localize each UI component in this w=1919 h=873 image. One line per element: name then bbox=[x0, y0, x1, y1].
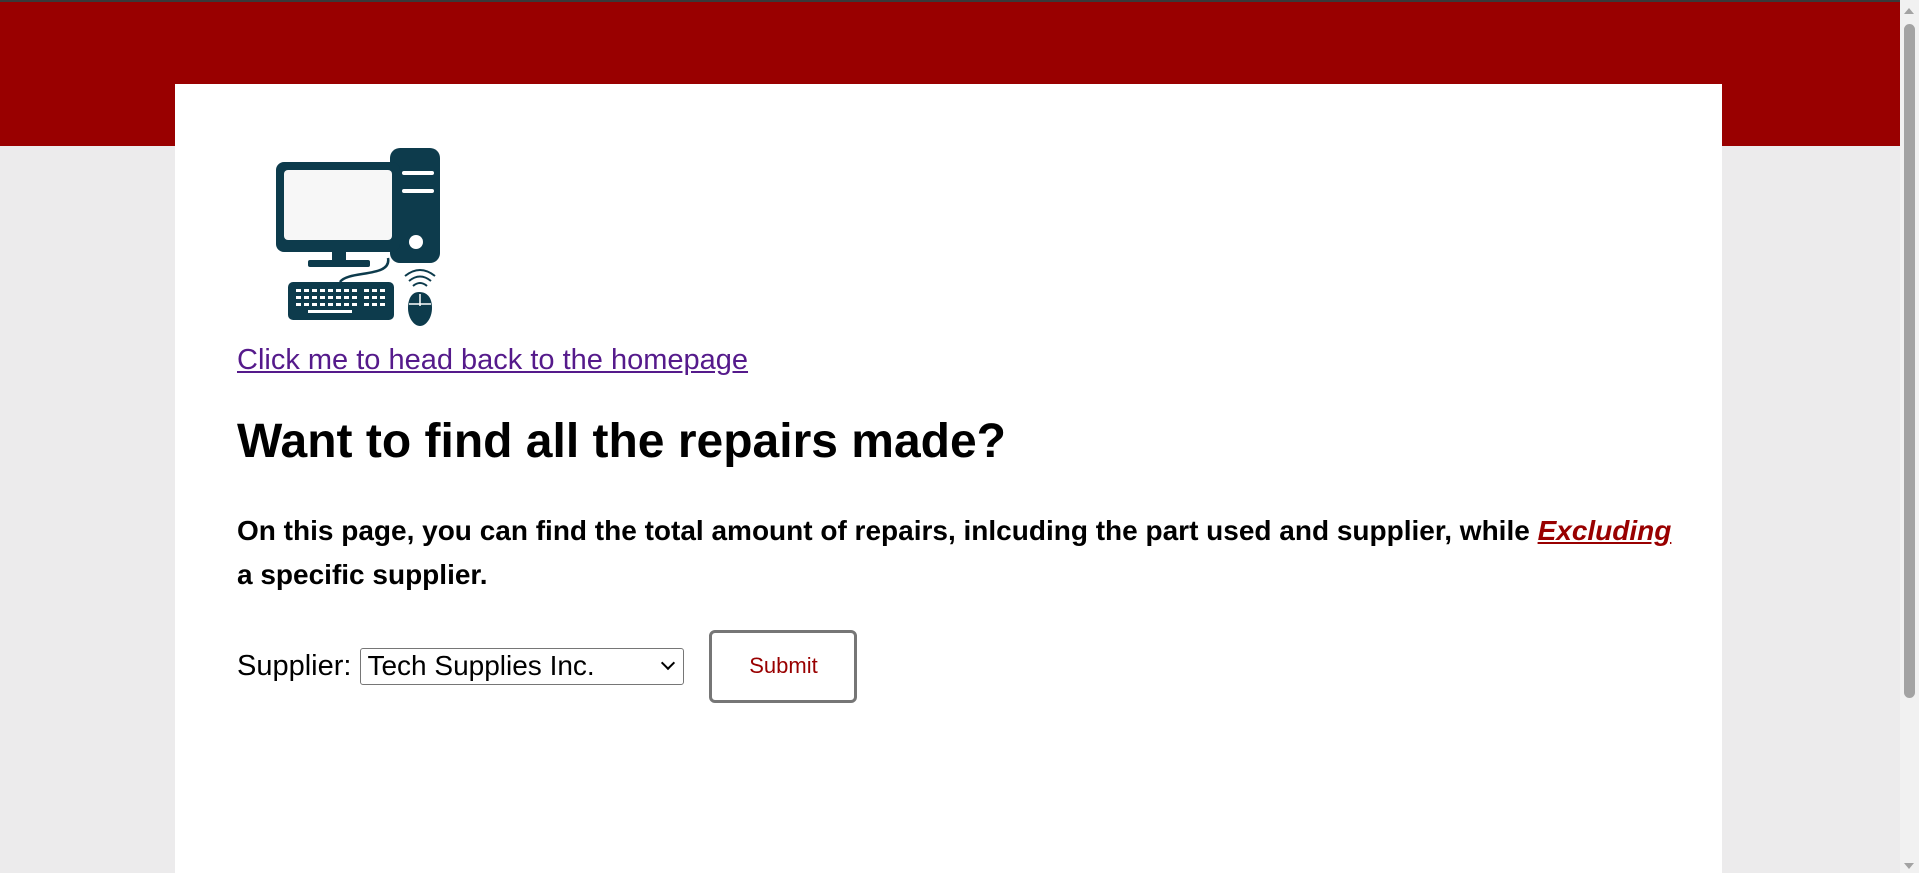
supplier-selected-value: Tech Supplies Inc. bbox=[367, 650, 595, 682]
vertical-scrollbar[interactable] bbox=[1900, 0, 1919, 873]
submit-button[interactable]: Submit bbox=[709, 629, 858, 703]
description-emphasis: Excluding bbox=[1537, 515, 1672, 547]
home-link[interactable]: Click me to head back to the homepage bbox=[237, 344, 748, 377]
chevron-down-icon bbox=[661, 656, 676, 671]
description-text-start: On this page, you can find the total amo… bbox=[237, 515, 1538, 547]
scroll-up-icon[interactable] bbox=[1904, 8, 1914, 14]
desktop-computer-icon bbox=[276, 148, 440, 326]
scrollbar-thumb[interactable] bbox=[1904, 24, 1915, 698]
content-card: Click me to head back to the homepage Wa… bbox=[175, 84, 1722, 873]
scroll-down-icon[interactable] bbox=[1904, 863, 1914, 869]
page-title: Want to find all the repairs made? bbox=[237, 415, 1006, 468]
page-description: On this page, you can find the total amo… bbox=[237, 509, 1677, 596]
description-text-end: a specific supplier. bbox=[237, 558, 488, 590]
main-content: Click me to head back to the homepage Wa… bbox=[237, 146, 1677, 703]
supplier-label: Supplier: bbox=[237, 649, 352, 682]
supplier-form: Supplier: Tech Supplies Inc. Submit bbox=[237, 629, 1677, 703]
supplier-select[interactable]: Tech Supplies Inc. bbox=[360, 647, 685, 685]
